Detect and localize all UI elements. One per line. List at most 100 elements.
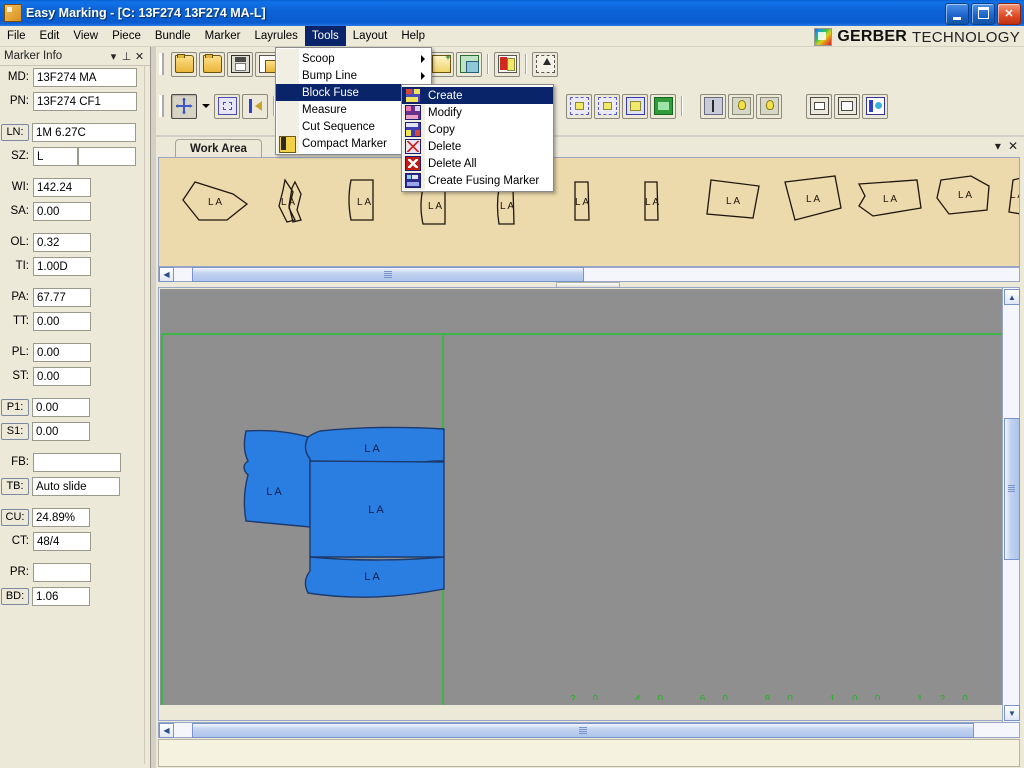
field-value-sz-extra[interactable] [78,146,136,166]
zoom-selection-button[interactable] [214,93,240,119]
field-label-md: MD: [7,71,29,83]
field-label-bd[interactable]: BD: [1,587,29,605]
vscroll-thumb[interactable] [1004,418,1020,560]
field-value-cu[interactable]: 24.89% [32,507,90,527]
scroll-left-icon[interactable]: ◀ [159,267,174,282]
menu-file[interactable]: File [0,26,33,46]
menu-item-bump-line[interactable]: Bump Line [276,67,431,84]
field-value-s1[interactable]: 0.00 [32,421,90,441]
menu-layrules[interactable]: Layrules [247,26,304,46]
fit-width-icon [653,97,673,115]
menu-layout[interactable]: Layout [346,26,395,46]
field-value-st[interactable]: 0.00 [33,366,91,386]
field-value-md[interactable]: 13F274 MA [33,67,137,87]
toolbar-grip-3[interactable] [159,95,167,117]
menu-help[interactable]: Help [394,26,432,46]
minimize-button[interactable] [945,3,969,25]
field-label-p1[interactable]: P1: [1,398,29,416]
move-tool-button[interactable] [171,93,197,119]
tab-work-area[interactable]: Work Area [175,139,262,158]
field-label-wi: WI: [11,181,29,193]
canvas-hscroll-thumb[interactable] [192,722,974,738]
field-value-sz[interactable]: L [33,146,78,166]
piece-strip-shapes: L A L A L A L A L A L A L A L A L A L A L A L A [182,175,1019,225]
menu-item-delete[interactable]: Delete [402,138,553,155]
menu-edit[interactable]: Edit [33,26,67,46]
save-button[interactable] [227,51,253,77]
canvas-vscrollbar[interactable]: ▲ ▼ [1002,288,1020,722]
menu-item-copy[interactable]: Copy [402,121,553,138]
canvas-scroll-left-icon[interactable]: ◀ [159,722,174,738]
window-button[interactable] [806,93,832,119]
pin-icon[interactable]: ⊥ [120,50,133,63]
field-value-pn[interactable]: 13F274 CF1 [33,91,137,111]
menu-bundle[interactable]: Bundle [148,26,198,46]
gerber-logo-icon [814,28,833,46]
menu-item-create[interactable]: Create [402,87,553,104]
field-value-ln[interactable]: 1M 6.27C [32,122,136,142]
t-pin-button[interactable] [700,93,726,119]
scroll-down-icon[interactable]: ▼ [1004,705,1020,721]
piece-strip-hscrollbar[interactable]: ◀ [158,267,1020,282]
fit-selection-button[interactable] [622,93,648,119]
menu-item-delete-all[interactable]: Delete All [402,155,553,172]
field-value-pa[interactable]: 67.77 [33,287,91,307]
field-group-length-size: LN: 1M 6.27C SZ: L [1,121,144,167]
field-value-ti[interactable]: 1.00D [33,256,91,276]
field-value-p1[interactable]: 0.00 [32,397,90,417]
window-shadow-button[interactable] [834,93,860,119]
open-model-button[interactable] [199,51,225,77]
menu-item-modify[interactable]: Modify [402,104,553,121]
scroll-up-icon[interactable]: ▲ [1004,289,1020,305]
field-value-sa[interactable]: 0.00 [33,201,91,221]
chevron-down-icon[interactable]: ▾ [107,50,120,63]
field-value-pl[interactable]: 0.00 [33,342,91,362]
export-button[interactable] [532,51,558,77]
chevron-down-icon[interactable]: ▾ [995,139,1001,153]
menu-view[interactable]: View [66,26,105,46]
move-tool-dropdown[interactable] [198,94,213,119]
bulb-on-button[interactable] [728,93,754,119]
field-value-wi[interactable]: 142.24 [33,177,91,197]
maximize-button[interactable] [971,3,995,25]
canvas-hscrollbar[interactable]: ◀ [158,722,1020,738]
field-value-tt[interactable]: 0.00 [33,311,91,331]
field-value-ct[interactable]: 48/4 [33,531,91,551]
field-label-cu[interactable]: CU: [1,508,29,526]
field-label-s1[interactable]: S1: [1,422,29,440]
field-value-ol[interactable]: 0.32 [33,232,91,252]
field-label-tb[interactable]: TB: [1,477,29,495]
report-icon [497,55,517,73]
menu-item-create-fusing-marker[interactable]: Create Fusing Marker [402,172,553,189]
field-label-ln[interactable]: LN: [1,123,29,141]
toolbar-separator-5 [681,96,683,116]
copy-icon [405,122,421,137]
bulb-off-button[interactable] [756,93,782,119]
menu-tools[interactable]: Tools [304,26,346,46]
menu-marker[interactable]: Marker [198,26,248,46]
flip-button[interactable] [242,93,268,119]
close-button[interactable]: ✕ [997,3,1021,25]
properties-button[interactable] [862,93,888,119]
window-icon [809,97,829,115]
close-icon[interactable]: ✕ [1008,139,1018,153]
fit-piece-button[interactable] [566,93,592,119]
menu-piece[interactable]: Piece [105,26,148,46]
fit-marker-button[interactable] [594,93,620,119]
field-label-pn: PN: [9,95,29,107]
field-value-fb[interactable] [33,452,121,472]
fit-width-button[interactable] [650,93,676,119]
piece-strip[interactable]: L A L A L A L A L A L A L A L A L A L A L A L A [158,157,1020,267]
marker-canvas[interactable]: L A L A L A L A 20 40 60 80 100 120 [160,289,1003,705]
new-multi-button[interactable] [456,51,482,77]
field-value-bd[interactable]: 1.06 [32,586,90,606]
toolbar-grip[interactable] [159,53,167,75]
svg-text:L A: L A [428,201,442,212]
menu-item-scoop[interactable]: Scoop [276,50,431,67]
open-marker-button[interactable] [171,51,197,77]
report-button[interactable] [494,51,520,77]
field-value-pr[interactable] [33,562,91,582]
hscroll-thumb[interactable] [192,267,584,282]
close-icon[interactable]: ✕ [133,50,146,63]
field-value-tb[interactable]: Auto slide [32,476,120,496]
